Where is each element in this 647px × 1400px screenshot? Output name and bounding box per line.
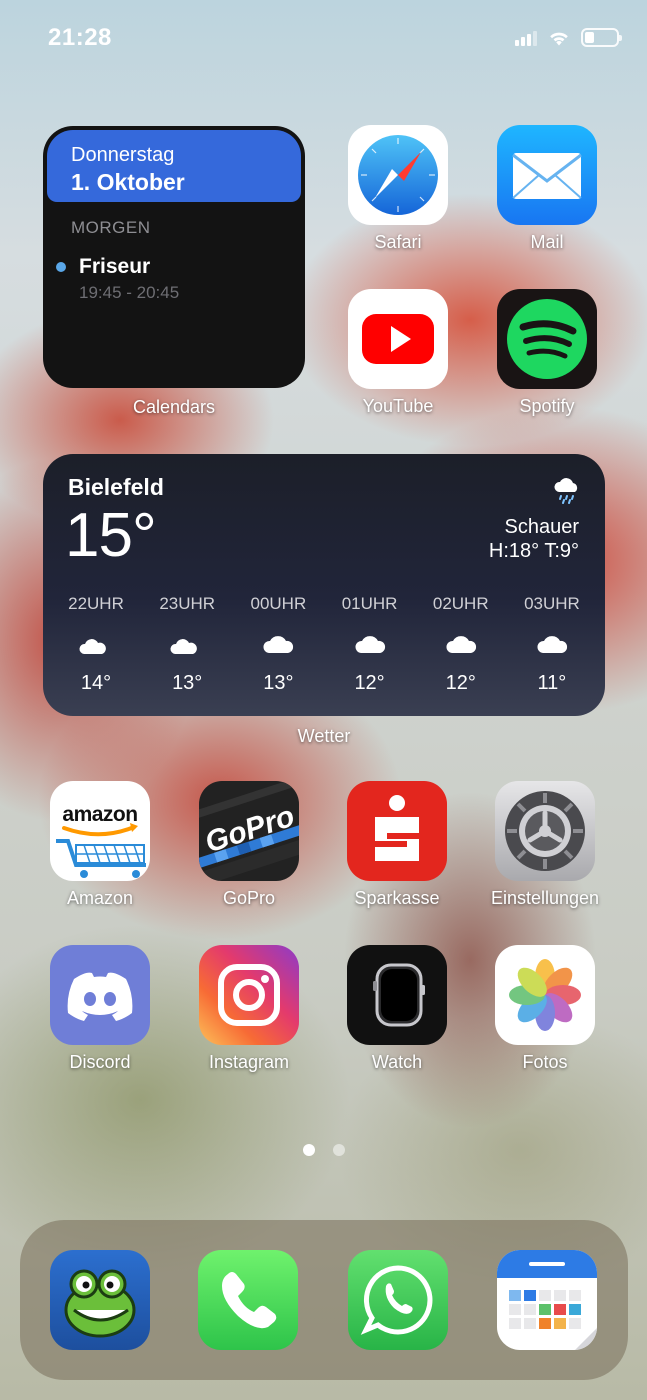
mail-icon[interactable] xyxy=(497,125,597,225)
weather-current-temperature: 15° xyxy=(65,501,157,570)
cloud-moon-icon xyxy=(51,622,141,666)
weather-widget[interactable]: Bielefeld 15° Schauer H:18° T:9° 22UHR 1… xyxy=(43,454,605,716)
page-dot-active[interactable] xyxy=(302,1144,315,1156)
calendar-section-heading: MORGEN xyxy=(71,218,151,237)
calendar-event-title[interactable]: Friseur xyxy=(79,255,150,279)
app-instagram[interactable]: Instagram xyxy=(199,945,299,1073)
dock xyxy=(20,1220,628,1380)
calendar-widget[interactable]: Donnerstag 1. Oktober MORGEN Friseur 19:… xyxy=(43,126,305,388)
app-label: YouTube xyxy=(362,396,434,416)
hourly-temp: 11° xyxy=(537,672,567,694)
app-label: Watch xyxy=(371,1052,423,1072)
cloud-moon-icon xyxy=(142,622,232,666)
hourly-time: 00UHR xyxy=(250,594,307,613)
app-watch[interactable]: Watch xyxy=(347,945,447,1073)
weather-condition: Schauer xyxy=(504,516,580,538)
app-einstellungen[interactable]: Einstellungen xyxy=(491,781,599,909)
cellular-signal-icon xyxy=(515,30,537,46)
event-dot-icon xyxy=(56,262,66,272)
hourly-item: 02UHR 12° xyxy=(416,594,506,695)
gear-icon[interactable] xyxy=(495,781,595,881)
hourly-temp: 14° xyxy=(80,672,112,694)
app-amazon[interactable]: amazon Amazon xyxy=(50,781,150,909)
sparkasse-icon[interactable] xyxy=(347,781,447,881)
app-label: Sparkasse xyxy=(354,888,440,908)
calendar-widget-header: Donnerstag 1. Oktober xyxy=(47,130,301,202)
hourly-time: 02UHR xyxy=(432,594,489,613)
spotify-icon[interactable] xyxy=(497,289,597,389)
app-label: Safari xyxy=(374,232,422,252)
app-youtube[interactable]: YouTube xyxy=(348,289,448,417)
app-label: Discord xyxy=(69,1052,131,1072)
discord-icon[interactable] xyxy=(50,945,150,1045)
app-sparkasse[interactable]: Sparkasse xyxy=(347,781,447,909)
app-spotify[interactable]: Spotify xyxy=(497,289,597,417)
safari-icon[interactable] xyxy=(348,125,448,225)
hourly-time: 03UHR xyxy=(524,594,580,613)
battery-icon xyxy=(581,28,622,47)
phone-icon[interactable] xyxy=(198,1250,298,1350)
hourly-time: 22UHR xyxy=(68,594,124,613)
amazon-icon[interactable]: amazon xyxy=(50,781,150,881)
app-label: Amazon xyxy=(66,888,134,908)
app-mail[interactable]: Mail xyxy=(497,125,597,253)
calendar-day: Donnerstag xyxy=(71,144,175,166)
calendar-widget-label: Calendars xyxy=(132,397,216,417)
youtube-icon[interactable] xyxy=(348,289,448,389)
whatsapp-icon[interactable] xyxy=(348,1250,448,1350)
app-label: GoPro xyxy=(222,888,276,908)
cloud-icon xyxy=(416,622,506,666)
hourly-time: 01UHR xyxy=(341,594,398,613)
hourly-temp: 12° xyxy=(354,672,385,694)
weather-hourly-forecast: 22UHR 14° 23UHR 13° 00UHR 13° 01UHR 12° … xyxy=(51,594,597,695)
status-time: 21:28 xyxy=(48,24,112,51)
instagram-icon[interactable] xyxy=(199,945,299,1045)
app-label: Mail xyxy=(530,232,564,252)
hourly-item: 00UHR 13° xyxy=(233,594,323,695)
cloud-icon xyxy=(325,622,415,666)
hourly-item: 03UHR 11° xyxy=(507,594,597,695)
gopro-icon[interactable]: GoPro xyxy=(199,781,299,881)
hourly-item: 01UHR 12° xyxy=(325,594,415,695)
dock-app-calendar[interactable] xyxy=(497,1250,597,1350)
page-dot[interactable] xyxy=(332,1144,345,1156)
cloud-rain-icon xyxy=(554,478,578,504)
calendar-event-time: 19:45 - 20:45 xyxy=(79,283,180,302)
weather-widget-label: Wetter xyxy=(297,726,351,746)
frog-game-icon[interactable] xyxy=(50,1250,150,1350)
app-fotos[interactable]: Fotos xyxy=(495,945,595,1073)
app-label: Einstellungen xyxy=(490,888,600,908)
weather-high-low: H:18° T:9° xyxy=(488,540,579,562)
dock-app-whatsapp[interactable] xyxy=(348,1250,448,1350)
status-icons xyxy=(515,28,622,47)
watch-icon[interactable] xyxy=(347,945,447,1045)
dock-app-game[interactable] xyxy=(50,1250,150,1350)
hourly-temp: 12° xyxy=(445,672,476,694)
app-label: Instagram xyxy=(208,1052,290,1072)
cloud-icon xyxy=(507,622,597,666)
app-gopro[interactable]: GoPro GoPro xyxy=(199,781,299,909)
app-safari[interactable]: Safari xyxy=(348,125,448,253)
wifi-icon xyxy=(550,32,568,45)
page-indicator[interactable] xyxy=(0,1144,647,1156)
photos-icon[interactable] xyxy=(495,945,595,1045)
hourly-temp: 13° xyxy=(263,672,294,694)
app-label: Spotify xyxy=(519,396,575,416)
weather-city: Bielefeld xyxy=(68,474,164,500)
cloud-icon xyxy=(233,622,323,666)
hourly-temp: 13° xyxy=(172,672,203,694)
calendar-date: 1. Oktober xyxy=(71,169,185,195)
hourly-time: 23UHR xyxy=(159,594,216,613)
app-discord[interactable]: Discord xyxy=(50,945,150,1073)
dock-app-phone[interactable] xyxy=(198,1250,298,1350)
hourly-item: 22UHR 14° xyxy=(51,594,141,695)
hourly-item: 23UHR 13° xyxy=(142,594,232,695)
calendar-app-icon[interactable] xyxy=(497,1250,597,1350)
app-label: Fotos xyxy=(522,1052,568,1072)
